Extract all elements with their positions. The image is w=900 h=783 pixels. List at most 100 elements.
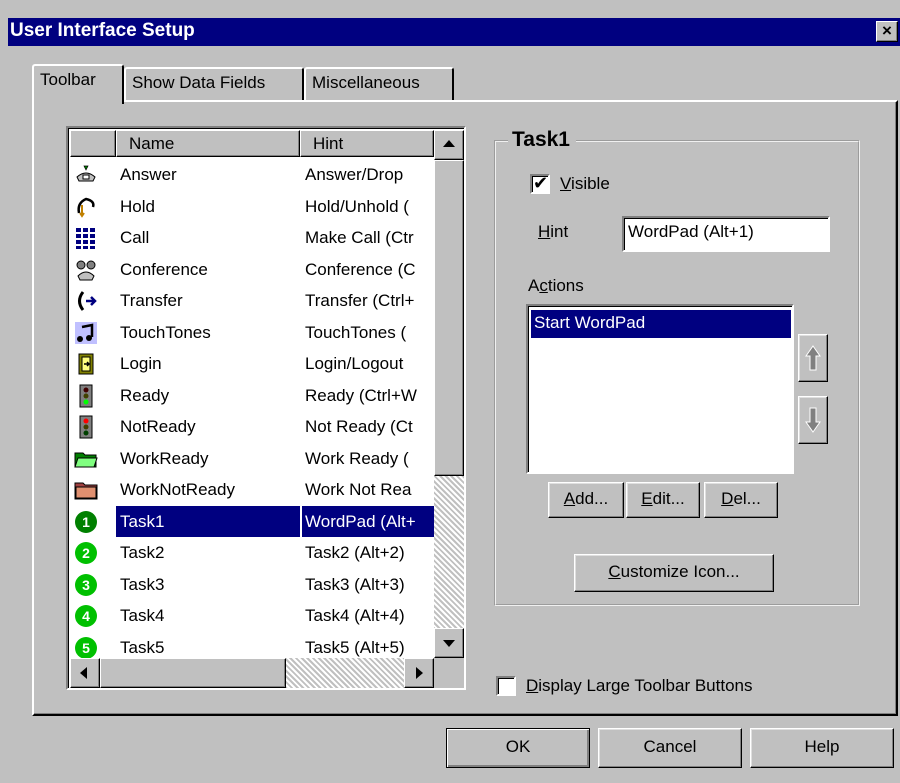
up-arrow-icon bbox=[805, 345, 821, 371]
help-button[interactable]: Help bbox=[750, 728, 894, 768]
row-hint: Login/Logout bbox=[305, 354, 404, 373]
visible-label[interactable]: Visible bbox=[560, 174, 610, 194]
cancel-button[interactable]: Cancel bbox=[598, 728, 742, 768]
list-row-task2[interactable]: 2 Task2 Task2 (Alt+2) bbox=[70, 537, 434, 569]
scrollbar-corner bbox=[434, 658, 464, 688]
list-header: Name Hint bbox=[70, 130, 434, 157]
tab-label: Toolbar bbox=[40, 70, 96, 89]
column-header-icon[interactable] bbox=[70, 130, 116, 157]
window-title: User Interface Setup bbox=[10, 20, 195, 41]
row-hint: TouchTones ( bbox=[305, 322, 407, 342]
touchtones-note-icon bbox=[75, 321, 97, 344]
tab-toolbar[interactable]: Toolbar bbox=[32, 64, 124, 104]
customize-icon-button[interactable]: Customize Icon... bbox=[574, 554, 774, 592]
add-action-button[interactable]: Add... bbox=[548, 482, 624, 518]
user-interface-setup-dialog: User Interface Setup × Toolbar Show Data… bbox=[0, 0, 900, 783]
arrow-left-icon bbox=[80, 667, 87, 679]
task-2-icon: 2 bbox=[75, 542, 97, 564]
row-hint: Answer/Drop bbox=[305, 165, 404, 184]
tab-miscellaneous[interactable]: Miscellaneous bbox=[304, 67, 454, 101]
folder-red-icon bbox=[74, 482, 98, 500]
checkmark-icon: ✔ bbox=[533, 173, 549, 193]
row-hint: Work Not Rea bbox=[305, 480, 412, 499]
hint-input[interactable]: WordPad (Alt+1) bbox=[622, 216, 830, 252]
title-bar[interactable]: User Interface Setup × bbox=[8, 18, 900, 46]
action-item[interactable]: Start WordPad bbox=[531, 310, 791, 338]
row-hint: Not Ready (Ct bbox=[305, 417, 413, 436]
row-hint: WordPad (Alt+ bbox=[302, 505, 434, 537]
list-row-hold[interactable]: Hold Hold/Unhold ( bbox=[70, 191, 434, 223]
row-name: Login bbox=[120, 354, 162, 373]
down-arrow-icon bbox=[805, 407, 821, 433]
svg-text:1: 1 bbox=[82, 514, 90, 530]
task-1-icon: 1 bbox=[75, 510, 97, 533]
row-name: Task3 bbox=[120, 574, 165, 594]
arrow-down-icon bbox=[443, 640, 455, 647]
list-row-transfer[interactable]: Transfer Transfer (Ctrl+ bbox=[70, 285, 434, 317]
large-buttons-checkbox[interactable] bbox=[496, 676, 516, 696]
hold-phone-icon bbox=[77, 197, 95, 218]
scroll-up-button[interactable] bbox=[434, 130, 464, 160]
list-row-conference[interactable]: Conference Conference (C bbox=[70, 254, 434, 286]
large-buttons-label[interactable]: Display Large Toolbar Buttons bbox=[526, 676, 753, 696]
column-header-name[interactable]: Name bbox=[116, 130, 300, 157]
list-row-task4[interactable]: 4 Task4 Task4 (Alt+4) bbox=[70, 600, 434, 632]
ok-button[interactable]: OK bbox=[446, 728, 590, 768]
hscroll-thumb[interactable] bbox=[100, 658, 286, 688]
delete-action-button[interactable]: Del... bbox=[704, 482, 778, 518]
row-name: Answer bbox=[120, 165, 177, 184]
list-row-ready[interactable]: Ready Ready (Ctrl+W bbox=[70, 380, 434, 412]
list-row-notready[interactable]: NotReady Not Ready (Ct bbox=[70, 411, 434, 443]
keypad-call-icon bbox=[76, 228, 95, 249]
close-button[interactable]: × bbox=[876, 21, 898, 42]
svg-text:3: 3 bbox=[82, 577, 90, 593]
scroll-down-button[interactable] bbox=[434, 628, 464, 658]
conference-icon bbox=[76, 260, 96, 280]
row-name: NotReady bbox=[120, 417, 196, 436]
list-row-answer[interactable]: Answer Answer/Drop bbox=[70, 159, 434, 191]
row-hint: Conference (C bbox=[305, 259, 416, 279]
scroll-right-button[interactable] bbox=[404, 658, 434, 688]
list-row-worknotready[interactable]: WorkNotReady Work Not Rea bbox=[70, 474, 434, 506]
list-row-workready[interactable]: WorkReady Work Ready ( bbox=[70, 443, 434, 475]
tab-label: Show Data Fields bbox=[132, 73, 266, 92]
list-row-touchtones[interactable]: TouchTones TouchTones ( bbox=[70, 317, 434, 349]
row-hint: Work Ready ( bbox=[305, 448, 409, 468]
row-hint: Hold/Unhold ( bbox=[305, 196, 409, 216]
row-hint: Task5 (Alt+5) bbox=[305, 637, 405, 657]
row-name: Conference bbox=[120, 259, 208, 279]
list-row-task1[interactable]: 1 Task1 WordPad (Alt+ bbox=[70, 505, 434, 538]
tab-label: Miscellaneous bbox=[312, 73, 420, 92]
move-down-button[interactable] bbox=[798, 396, 828, 444]
hint-input-value: WordPad (Alt+1) bbox=[628, 222, 754, 241]
list-row-login[interactable]: Login Login/Logout bbox=[70, 348, 434, 380]
task-4-icon: 4 bbox=[75, 605, 97, 627]
list-row-call[interactable]: Call Make Call (Ctr bbox=[70, 222, 434, 254]
column-header-hint[interactable]: Hint bbox=[300, 130, 434, 157]
scroll-thumb[interactable] bbox=[434, 160, 464, 476]
horizontal-scrollbar[interactable] bbox=[70, 658, 434, 688]
hint-label: Hint bbox=[538, 222, 569, 241]
edit-action-button[interactable]: Edit... bbox=[626, 482, 700, 518]
vertical-scrollbar[interactable] bbox=[434, 130, 464, 658]
task-5-icon: 5 bbox=[75, 636, 97, 659]
row-name: Task4 bbox=[120, 606, 165, 625]
transfer-icon bbox=[78, 291, 97, 311]
login-door-icon bbox=[78, 353, 94, 375]
actions-listbox[interactable]: Start WordPad bbox=[526, 304, 794, 474]
close-icon: × bbox=[882, 21, 892, 40]
row-name: WorkNotReady bbox=[120, 480, 235, 499]
row-name: Transfer bbox=[120, 291, 183, 310]
row-hint: Task4 (Alt+4) bbox=[305, 606, 405, 625]
visible-checkbox[interactable]: ✔ bbox=[530, 173, 550, 194]
move-up-button[interactable] bbox=[798, 334, 828, 382]
row-name: Hold bbox=[120, 196, 155, 216]
toolbar-buttons-list[interactable]: Name Hint Answer Answer/Drop Hold Hold/U… bbox=[66, 126, 466, 690]
row-name: Ready bbox=[120, 385, 170, 405]
list-row-task3[interactable]: 3 Task3 Task3 (Alt+3) bbox=[70, 569, 434, 601]
answer-phone-icon bbox=[76, 165, 96, 182]
svg-text:2: 2 bbox=[82, 545, 90, 561]
scroll-left-button[interactable] bbox=[70, 658, 100, 688]
list-row-task5[interactable]: 5 Task5 Task5 (Alt+5) bbox=[70, 632, 434, 660]
tab-show-data-fields[interactable]: Show Data Fields bbox=[124, 67, 304, 101]
